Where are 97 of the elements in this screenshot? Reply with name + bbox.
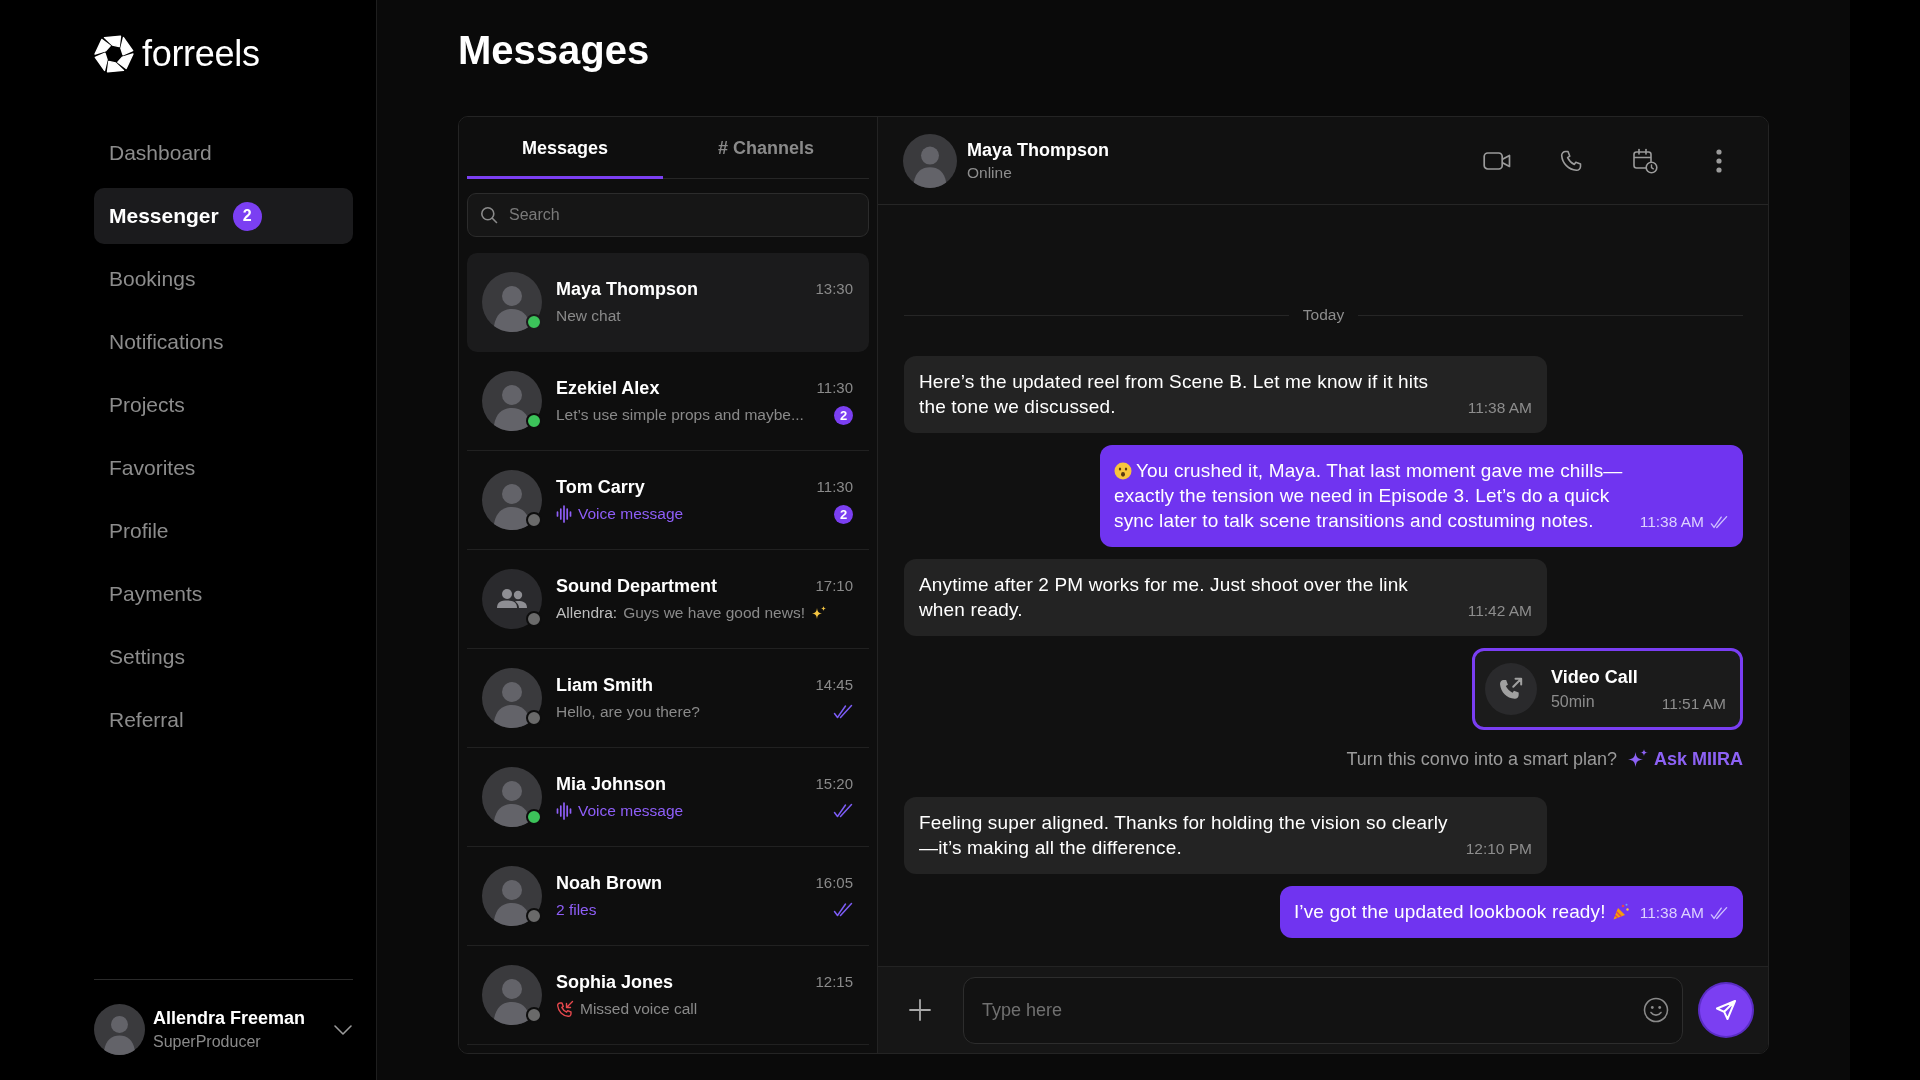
conversation-time: 13:30 [815,279,853,299]
message-text: Anytime after 2 PM works for me. Just shoot over the link when ready. [919,573,1409,622]
calendar-clock-icon[interactable] [1632,147,1658,174]
nav-item[interactable]: Settings [94,629,353,685]
conversation-item[interactable]: Noah Brown 16:05 2 files [467,847,869,946]
call-title: Video Call [1550,666,1638,689]
message-preview: Voice message [578,504,684,524]
nav-item[interactable]: Referral [94,692,353,748]
message-preview: New chat [556,306,621,326]
avatar-icon [482,272,542,332]
sparkle-icon [1627,748,1649,770]
contact-name: Tom Carry [556,476,645,498]
message-text: I’ve got the updated lookbook ready! [1293,899,1630,924]
call-duration: 50min [1550,692,1596,712]
avatar-icon [482,965,542,1025]
nav-item[interactable]: Favorites [94,440,353,496]
nav-item[interactable]: Bookings [94,251,353,307]
message-text: Here’s the updated reel from Scene B. Let me know if it hits the tone we discussed. [919,370,1430,419]
message-preview: Let’s use simple props and maybe... [556,405,804,425]
plus-icon[interactable] [908,998,932,1022]
avatar-icon [94,1004,145,1055]
search-field[interactable]: Search [467,193,869,237]
conversation-time: 15:20 [815,774,853,794]
smiley-icon[interactable] [1643,996,1669,1023]
logo-icon [94,34,134,74]
message-time: 11:51 AM [1661,694,1726,714]
video-camera-icon[interactable] [1483,150,1511,171]
conversation-time: 16:05 [815,873,853,893]
avatar-icon [482,767,542,827]
search-icon [480,206,498,224]
conversation-item[interactable]: Ezekiel Alex 11:30 Let’s use simple props and maybe... 2 [467,352,869,451]
conversation-item[interactable]: Sound Department 17:10 Allendra: Guys we have good news! [467,550,869,649]
conversation-time: 17:10 [815,576,853,596]
date-divider-label: Today [1302,305,1345,325]
conversation-item[interactable]: Liam Smith 14:45 Hello, are you there? [467,649,869,748]
avatar-icon [903,133,957,188]
tab[interactable]: # Channels [663,117,869,179]
contact-name: Maya Thompson [556,278,698,300]
contact-name: Ezekiel Alex [556,377,660,399]
phone-icon[interactable] [1559,148,1583,173]
contact-name: Mia Johnson [556,773,666,795]
nav-item[interactable]: Payments [94,566,353,622]
conversation-time: 14:45 [815,675,853,695]
conversation-time: 12:15 [815,972,853,992]
message-preview: Guys we have good news! [623,603,805,623]
message-time: 11:38 AM [1639,903,1704,923]
avatar-icon [482,371,542,431]
unread-badge: 2 [232,201,262,231]
conversation-item[interactable]: Mia Johnson 15:20 Voice message [467,748,869,847]
paper-plane-icon [1714,998,1738,1022]
message-time: 11:42 AM [1467,601,1532,621]
nav-item[interactable]: Dashboard [94,125,353,181]
contact-status: Online [967,162,1013,183]
message-input-field[interactable]: Type here [963,976,1683,1044]
more-options-icon[interactable] [1716,148,1722,173]
message-preview: 2 files [556,900,597,920]
conversation-item[interactable]: Tom Carry 11:30 Voice message 2 [467,451,869,550]
send-button[interactable] [1700,984,1752,1036]
conversation-item[interactable]: Sophia Jones 12:15 Missed voice call [467,946,869,1045]
message-preview: Missed voice call [580,999,698,1019]
message-preview: Hello, are you there? [556,702,700,722]
page-title: Messages [458,27,650,74]
missed-call-icon [556,1000,574,1018]
message-text: You crushed it, Maya. That last moment gave me chills—exactly the tension we need in Episode 3. Let’s do a quick sync later to talk scene transitions and costuming notes. [1114,459,1624,533]
contact-name: Maya Thompson [967,138,1110,161]
contact-name: Sophia Jones [556,971,674,993]
message-preview: Voice message [578,801,684,821]
tab[interactable]: Messages [467,117,663,179]
contact-name: Liam Smith [556,674,653,696]
group-icon [482,569,542,629]
nav-item[interactable]: Projects [94,377,353,433]
conversation-time: 11:30 [816,477,853,497]
waveform-icon [556,505,572,523]
sender-name: Allendra: [556,603,618,623]
chevron-down-icon[interactable] [333,1023,353,1036]
avatar-icon [482,470,542,530]
avatar-icon [482,866,542,926]
message-time: 12:10 PM [1465,839,1532,859]
user-name: Allendra Freeman [153,1007,307,1029]
unread-badge: 2 [834,405,853,425]
unread-badge: 2 [834,504,853,524]
nav-item[interactable]: Notifications [94,314,353,370]
message-time: 11:38 AM [1467,398,1532,418]
message-text: Feeling super aligned. Thanks for holding the vision so clearly —it’s making all the difference. [919,811,1449,860]
nav-item[interactable]: Profile [94,503,353,559]
avatar-icon [482,668,542,728]
brand-name: forreels [142,34,260,74]
waveform-icon [556,802,572,820]
conversation-item[interactable]: Maya Thompson 13:30 New chat [467,253,869,352]
suggestion-text: Turn this convo into a smart plan? [1346,748,1617,771]
message-time: 11:38 AM [1639,512,1704,532]
nav-item[interactable]: Messenger 2 [94,188,353,244]
conversation-time: 11:30 [816,378,853,398]
ask-miira-link[interactable]: Ask MIIRA [1627,747,1743,771]
contact-name: Sound Department [556,575,717,597]
user-role: SuperProducer [153,1031,262,1052]
contact-name: Noah Brown [556,872,662,894]
